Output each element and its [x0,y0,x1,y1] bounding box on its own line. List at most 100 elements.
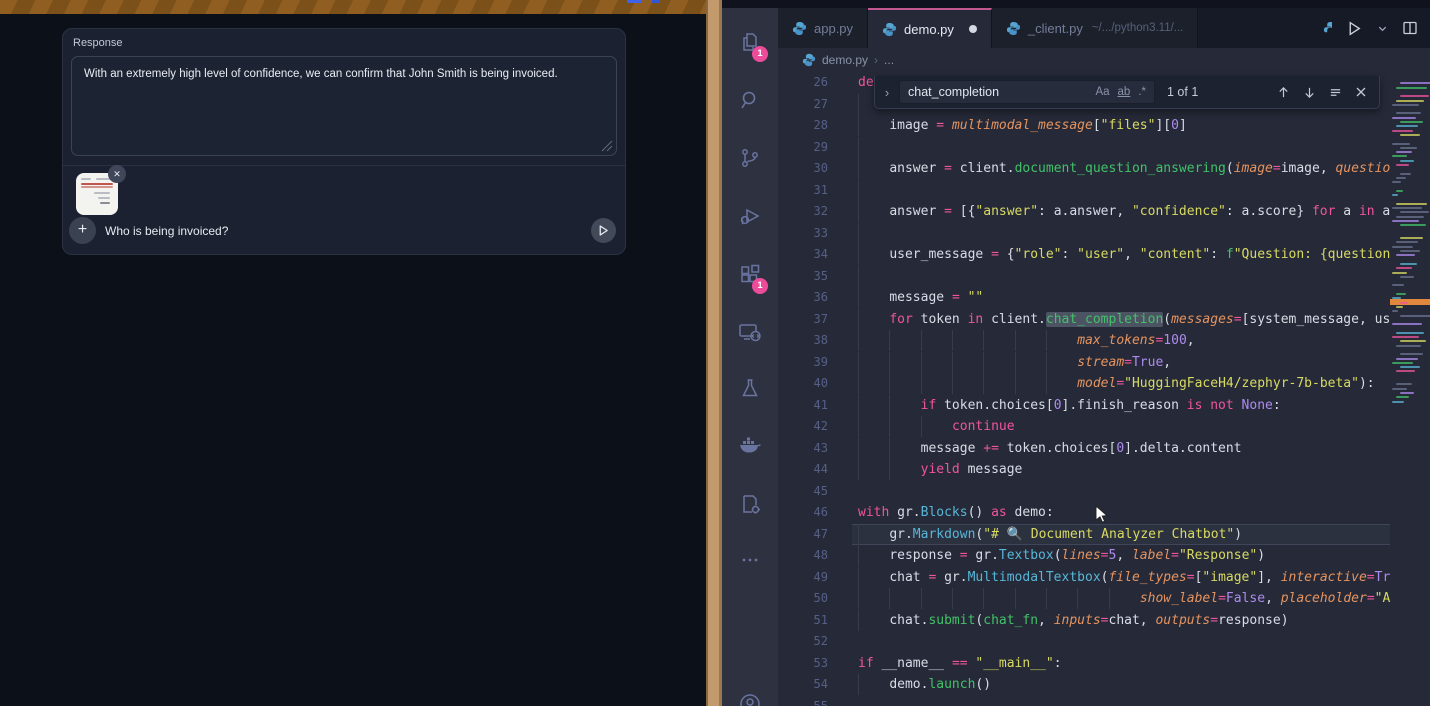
docker-button[interactable] [722,422,778,470]
tab-app-py[interactable]: app.py [778,8,868,48]
tab-demo-py[interactable]: demo.py [868,8,992,48]
testing-button[interactable] [722,364,778,412]
code-line[interactable]: 48 response = gr.Textbox(lines=5, label=… [778,545,1390,567]
line-number: 29 [778,137,828,159]
code-line[interactable]: 36 message = "" [778,287,1390,309]
block-divider [63,165,625,166]
resize-handle-icon[interactable] [601,140,613,152]
add-file-button[interactable]: + [69,217,96,244]
send-button[interactable] [591,218,616,243]
regex-toggle[interactable]: .* [1138,86,1146,98]
split-editor-button[interactable] [1402,20,1418,36]
tab-path-description: ~/.../python3.11/... [1092,22,1184,34]
breadcrumb-file[interactable]: demo.py [822,53,868,67]
code-line[interactable]: 50 show_label=False, placeholder="Ask a … [778,588,1390,610]
previous-match-button[interactable] [1277,86,1290,99]
find-input[interactable]: chat_completion Aa ab .* [899,80,1155,104]
more-views-button[interactable] [722,536,778,584]
minimap-line [1400,147,1417,149]
breadcrumb-tail[interactable]: ... [884,53,894,67]
hidden-tab-python-icon[interactable] [1323,21,1332,36]
unsaved-dot-icon[interactable] [969,25,977,33]
tab-client-py[interactable]: _client.py ~/.../python3.11/... [992,8,1198,48]
breadcrumb[interactable]: demo.py › ... [778,48,1430,72]
minimap-line [1392,336,1419,338]
minimap-line [1396,164,1409,166]
minimap-line [1392,155,1407,157]
code-line[interactable]: 43 message += token.choices[0].delta.con… [778,438,1390,460]
minimap-line [1400,263,1417,265]
run-debug-button[interactable] [722,192,778,240]
code-line[interactable]: 37 for token in client.chat_completion(m… [778,309,1390,331]
minimap-line [1392,104,1419,106]
remove-image-button[interactable]: ✕ [108,165,126,183]
code-line[interactable]: 49 chat = gr.MultimodalTextbox(file_type… [778,567,1390,589]
code-line[interactable]: 32 answer = [{"answer": a.answer, "confi… [778,201,1390,223]
code-editor[interactable]: 26def chat_fn(multimodal_message):27 28 … [778,72,1390,706]
code-line[interactable]: 45 [778,481,1390,503]
remote-monitor-icon [737,319,763,345]
code-line[interactable]: 39 stream=True, [778,352,1390,374]
task-runner-button[interactable] [722,480,778,528]
run-dropdown-chevron-icon[interactable] [1377,23,1388,34]
code-text: answer = [{"answer": a.answer, "confiden… [858,201,1390,223]
find-query[interactable]: chat_completion [900,85,1095,99]
code-line[interactable]: 41 if token.choices[0].finish_reason is … [778,395,1390,417]
code-line[interactable]: 31 [778,180,1390,202]
minimap-line [1400,211,1429,213]
code-text: chat = gr.MultimodalTextbox(file_types=[… [858,567,1390,589]
code-line[interactable]: 55 [778,696,1390,706]
code-line[interactable]: 38 max_tokens=100, [778,330,1390,352]
minimap-line [1400,121,1423,123]
search-match[interactable]: chat_completion [1046,312,1163,327]
code-line[interactable]: 30 answer = client.document_question_ans… [778,158,1390,180]
code-line[interactable]: 53if __name__ == "__main__": [778,653,1390,675]
gradio-form-block: Response With an extremely high level of… [62,28,626,255]
code-line[interactable]: 28 image = multimodal_message["files"][0… [778,115,1390,137]
explorer-button[interactable]: 1 [722,18,778,66]
tab-label: app.py [814,21,853,36]
whole-word-toggle[interactable]: ab [1118,86,1131,98]
source-control-button[interactable] [722,134,778,182]
code-line[interactable]: 34 user_message = {"role": "user", "cont… [778,244,1390,266]
code-text [858,137,889,159]
gradio-app-window: Response With an extremely high level of… [0,0,706,706]
next-match-button[interactable] [1303,86,1316,99]
editor-actions [1323,8,1430,48]
explorer-badge: 1 [752,46,768,62]
find-in-selection-button[interactable] [1329,86,1342,99]
code-line[interactable]: 52 [778,631,1390,653]
code-line[interactable]: 35 [778,266,1390,288]
account-button[interactable] [722,680,778,706]
minimap-line [1396,125,1418,127]
code-line[interactable]: 54 demo.launch() [778,674,1390,696]
minimap[interactable] [1390,72,1430,706]
code-line[interactable]: 47 gr.Markdown("# 🔍 Document Analyzer Ch… [778,524,1390,546]
match-case-toggle[interactable]: Aa [1095,86,1109,98]
code-line[interactable]: 40 model="HuggingFaceH4/zephyr-7b-beta")… [778,373,1390,395]
response-textarea[interactable]: With an extremely high level of confiden… [71,56,617,156]
extensions-button[interactable]: 1 [722,250,778,298]
minimap-line [1396,112,1421,114]
minimap-line [1392,117,1416,119]
close-find-button[interactable] [1355,86,1367,99]
activity-bar: 1 [722,8,778,706]
run-python-file-button[interactable] [1346,20,1363,37]
minimap-line [1400,315,1430,317]
toggle-replace-chevron-icon[interactable]: › [875,85,899,100]
tab-label: demo.py [904,22,954,37]
window-sash[interactable] [706,0,722,706]
code-text: answer = client.document_question_answer… [858,158,1390,180]
ellipsis-icon [738,548,762,572]
minimap-line [1396,216,1424,218]
code-line[interactable]: 29 [778,137,1390,159]
code-line[interactable]: 46with gr.Blocks() as demo: [778,502,1390,524]
code-line[interactable]: 51 chat.submit(chat_fn, inputs=chat, out… [778,610,1390,632]
search-button[interactable] [722,76,778,124]
code-line[interactable]: 42 continue [778,416,1390,438]
line-number: 47 [778,524,828,546]
chat-input-text[interactable]: Who is being invoiced? [105,224,228,238]
code-line[interactable]: 33 [778,223,1390,245]
remote-explorer-button[interactable] [722,308,778,356]
code-line[interactable]: 44 yield message [778,459,1390,481]
